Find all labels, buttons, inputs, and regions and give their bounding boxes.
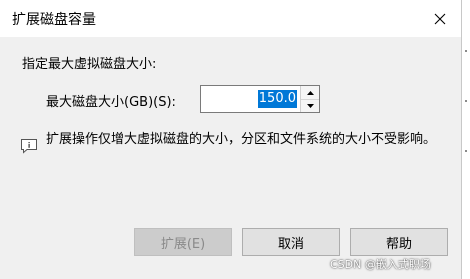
info-message: 扩展操作仅增大虚拟磁盘的大小，分区和文件系统的大小不受影响。 <box>46 132 437 147</box>
expand-disk-dialog: 扩展磁盘容量 指定最大虚拟磁盘大小: 最大磁盘大小(GB)(S): 150.0 <box>0 0 462 279</box>
spin-buttons <box>300 86 319 112</box>
info-comment-icon <box>20 138 38 158</box>
chevron-up-icon <box>306 90 314 95</box>
dialog-title: 扩展磁盘容量 <box>12 12 96 28</box>
help-button[interactable]: 帮助 <box>350 228 448 256</box>
close-icon <box>434 13 445 24</box>
close-button[interactable] <box>418 0 461 37</box>
chevron-down-icon <box>306 103 314 108</box>
title-bar: 扩展磁盘容量 <box>0 0 461 37</box>
size-prompt: 指定最大虚拟磁盘大小: <box>22 57 157 72</box>
spin-up-button[interactable] <box>301 86 319 100</box>
background-dot <box>465 150 467 152</box>
background-dot <box>465 50 467 52</box>
max-size-spinbox[interactable]: 150.0 <box>200 85 320 113</box>
watermark: CSDN @嵌入式职场 <box>330 258 431 271</box>
cancel-button[interactable]: 取消 <box>242 228 340 256</box>
max-size-input[interactable]: 150.0 <box>201 86 299 112</box>
max-size-value: 150.0 <box>257 90 297 108</box>
background-dot <box>465 100 467 102</box>
spin-down-button[interactable] <box>301 99 319 112</box>
max-size-label: 最大磁盘大小(GB)(S): <box>46 95 176 110</box>
expand-button[interactable]: 扩展(E) <box>134 228 232 256</box>
background-window-strip <box>462 0 470 279</box>
